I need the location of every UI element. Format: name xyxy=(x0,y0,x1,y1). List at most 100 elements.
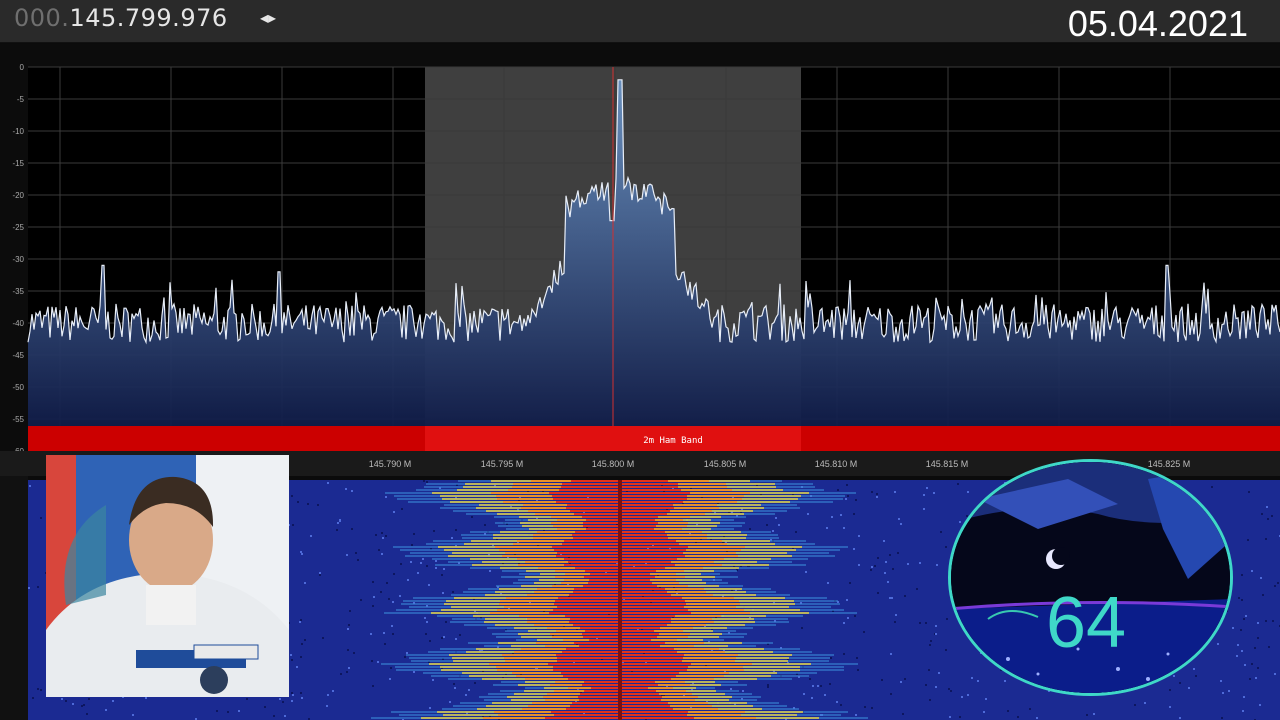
waterfall-noise xyxy=(216,710,218,712)
waterfall-noise xyxy=(1221,717,1223,719)
waterfall-noise xyxy=(928,669,930,671)
waterfall-noise xyxy=(401,508,403,510)
waterfall-noise xyxy=(297,501,299,503)
waterfall-noise xyxy=(1277,582,1279,584)
x-tick-label: 145.805 M xyxy=(704,459,747,469)
y-tick-label: -20 xyxy=(12,191,24,200)
waterfall-noise xyxy=(327,482,329,484)
waterfall-noise xyxy=(40,517,42,519)
waterfall-noise xyxy=(340,673,342,675)
frequency-display[interactable]: 000.145.799.976 xyxy=(14,4,228,32)
waterfall-noise xyxy=(1245,615,1247,617)
spectrum-plot[interactable]: 0-5-10-15-20-25-30-35-40-45-50-55-602m H… xyxy=(0,44,1280,476)
waterfall-noise xyxy=(935,625,937,627)
waterfall-noise xyxy=(453,683,455,685)
waterfall-noise xyxy=(936,564,938,566)
x-tick-label: 145.790 M xyxy=(369,459,412,469)
waterfall-noise xyxy=(300,656,302,658)
waterfall-noise xyxy=(846,484,848,486)
waterfall-noise xyxy=(377,661,379,663)
waterfall-noise xyxy=(384,643,386,645)
waterfall-noise xyxy=(339,519,341,521)
waterfall-noise xyxy=(923,494,925,496)
waterfall-noise xyxy=(428,584,430,586)
waterfall-noise xyxy=(767,686,769,688)
waterfall-noise xyxy=(870,569,872,571)
waterfall-noise xyxy=(300,551,302,553)
waterfall-noise xyxy=(61,698,63,700)
waterfall-noise xyxy=(1243,618,1245,620)
waterfall-noise xyxy=(864,706,866,708)
y-tick-label: -25 xyxy=(12,223,24,232)
y-tick-label: -10 xyxy=(12,127,24,136)
waterfall-noise xyxy=(1257,667,1259,669)
waterfall-noise xyxy=(876,493,878,495)
waterfall-noise xyxy=(809,678,811,680)
waterfall-noise xyxy=(843,527,845,529)
spectrum-panel[interactable]: 0-5-10-15-20-25-30-35-40-45-50-55-602m H… xyxy=(0,44,1280,476)
waterfall-noise xyxy=(459,634,461,636)
waterfall-noise xyxy=(1237,644,1239,646)
waterfall-noise xyxy=(390,667,392,669)
y-tick-label: -35 xyxy=(12,287,24,296)
waterfall-noise xyxy=(1254,647,1256,649)
waterfall-noise xyxy=(935,633,937,635)
waterfall-noise xyxy=(849,582,851,584)
waterfall-noise xyxy=(1086,714,1088,716)
waterfall-noise xyxy=(919,562,921,564)
waterfall-noise xyxy=(885,561,887,563)
waterfall-noise xyxy=(484,524,486,526)
waterfall-noise xyxy=(830,657,832,659)
waterfall-noise xyxy=(1251,570,1253,572)
y-tick-label: -5 xyxy=(17,95,25,104)
tune-arrows-icon[interactable]: ◂▸ xyxy=(260,8,276,28)
frequency-value: 145.799.976 xyxy=(69,4,228,32)
waterfall-noise xyxy=(856,657,858,659)
waterfall-noise xyxy=(291,692,293,694)
waterfall-noise xyxy=(489,570,491,572)
waterfall-noise xyxy=(948,688,950,690)
waterfall-noise xyxy=(935,686,937,688)
waterfall-noise xyxy=(290,654,292,656)
waterfall-noise xyxy=(843,622,845,624)
y-tick-label: -55 xyxy=(12,415,24,424)
waterfall-noise xyxy=(145,697,147,699)
waterfall-noise xyxy=(845,498,847,500)
waterfall-noise xyxy=(246,698,248,700)
waterfall-noise xyxy=(847,617,849,619)
waterfall-noise xyxy=(985,698,987,700)
waterfall-noise xyxy=(1251,663,1253,665)
waterfall-noise xyxy=(907,563,909,565)
waterfall-noise xyxy=(923,508,925,510)
waterfall-noise xyxy=(874,565,876,567)
waterfall-noise xyxy=(945,546,947,548)
waterfall-noise xyxy=(424,617,426,619)
waterfall-noise xyxy=(351,528,353,530)
waterfall-noise xyxy=(445,621,447,623)
waterfall-noise xyxy=(423,480,425,482)
waterfall-noise xyxy=(291,700,293,702)
waterfall-noise xyxy=(812,685,814,687)
waterfall-noise xyxy=(86,713,88,715)
waterfall-noise xyxy=(1259,704,1261,706)
waterfall-noise xyxy=(811,697,813,699)
waterfall-noise xyxy=(322,637,324,639)
waterfall-noise xyxy=(1265,620,1267,622)
waterfall-noise xyxy=(1144,702,1146,704)
waterfall-noise xyxy=(284,715,286,717)
waterfall-noise xyxy=(853,513,855,515)
waterfall-noise xyxy=(455,638,457,640)
waterfall-noise xyxy=(871,707,873,709)
waterfall-noise xyxy=(349,610,351,612)
waterfall-noise xyxy=(1257,622,1259,624)
waterfall-noise xyxy=(1257,637,1259,639)
waterfall-noise xyxy=(346,671,348,673)
waterfall-noise xyxy=(1241,599,1243,601)
waterfall-noise xyxy=(381,553,383,555)
waterfall-noise xyxy=(319,574,321,576)
waterfall-noise xyxy=(863,631,865,633)
waterfall-noise xyxy=(383,632,385,634)
waterfall-noise xyxy=(1232,627,1234,629)
waterfall-noise xyxy=(1242,710,1244,712)
waterfall-noise xyxy=(801,627,803,629)
